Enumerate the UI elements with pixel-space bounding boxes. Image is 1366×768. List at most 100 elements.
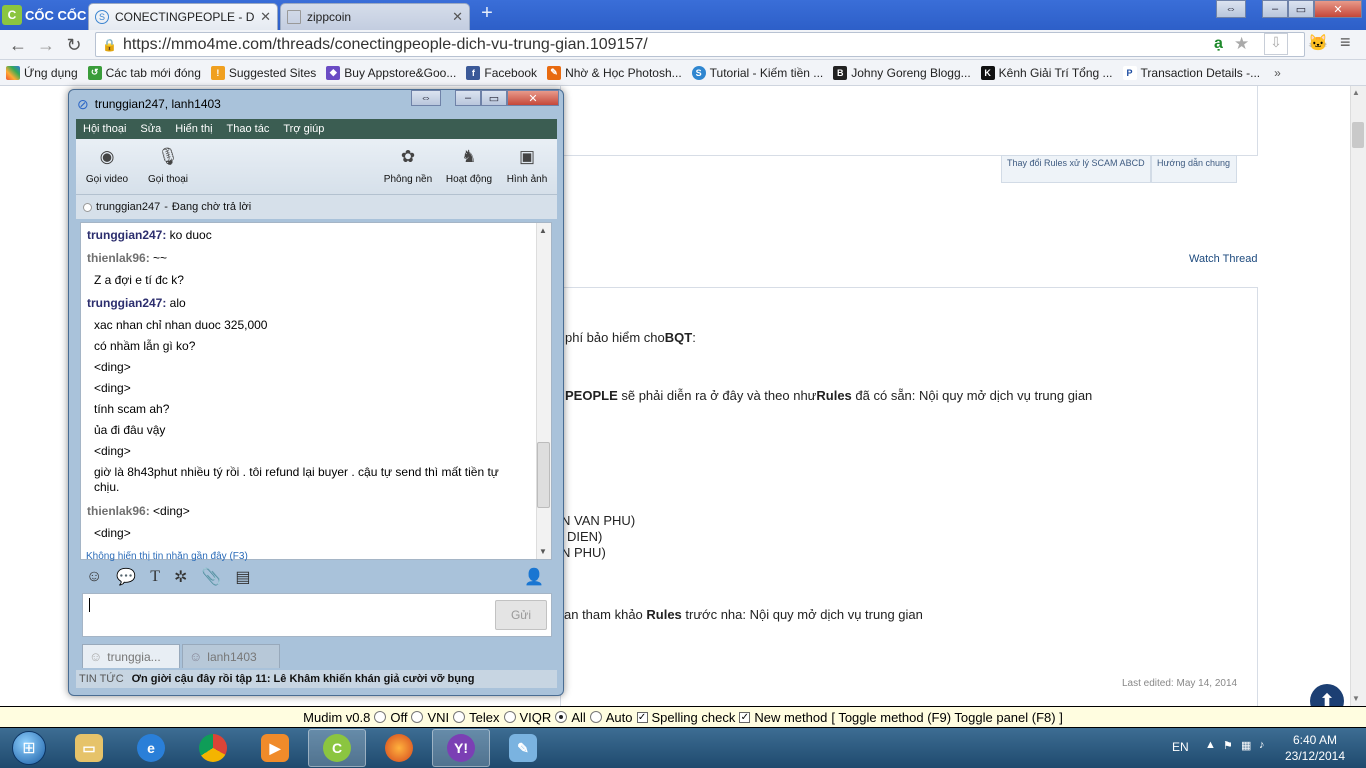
bookmark-johny[interactable]: B Johny Goreng Blogg... xyxy=(833,65,971,80)
radio-auto[interactable] xyxy=(589,711,602,723)
text-format-icon[interactable]: T xyxy=(150,568,160,586)
taskbar-media[interactable]: ▶ xyxy=(246,729,304,767)
close-tab-icon[interactable]: ✕ xyxy=(260,9,271,25)
page-scrollbar-thumb[interactable] xyxy=(1352,122,1364,148)
scroll-up-icon[interactable]: ▲ xyxy=(1352,88,1360,97)
star-icon[interactable]: ★ xyxy=(1234,34,1249,54)
message-input[interactable] xyxy=(82,593,552,637)
tab-title: zippcoin xyxy=(307,10,352,24)
tab-zippcoin[interactable]: zippcoin ✕ xyxy=(280,3,470,30)
send-button[interactable]: Gửi xyxy=(495,600,547,630)
conversation-tab-trunggian[interactable]: ☺ trunggia... xyxy=(82,644,180,668)
conversation-tab-lanh[interactable]: ☺ lanh1403 xyxy=(182,644,280,668)
new-method-checkbox[interactable]: ✓ xyxy=(739,711,751,723)
download-icon[interactable]: ⇩ xyxy=(1264,33,1288,55)
contact-icon[interactable]: 👤 xyxy=(524,567,544,587)
emoticon-icon[interactable]: ☺ xyxy=(86,568,102,586)
close-tab-icon[interactable]: ✕ xyxy=(452,9,463,25)
taskbar-chrome[interactable] xyxy=(184,729,242,767)
ym-minimize-icon[interactable]: – xyxy=(455,90,481,106)
photos-button[interactable]: ▣ Hình ảnh xyxy=(497,143,557,191)
menu-icon[interactable]: ≡ xyxy=(1340,32,1351,53)
chrome-icon xyxy=(199,734,227,762)
taskbar-ie[interactable]: e xyxy=(122,729,180,767)
menu-conversation[interactable]: Hội thoại xyxy=(83,123,126,135)
bookmark-kenh-giai-tri[interactable]: K Kênh Giải Trí Tổng ... xyxy=(980,65,1113,80)
chat-message: thienlak96: ~~ xyxy=(87,251,168,265)
ym-close-icon[interactable]: ✕ xyxy=(507,90,559,106)
voice-call-button[interactable]: 🎙 Gọi thoại xyxy=(138,143,198,191)
tray-expand-icon[interactable]: ▲ xyxy=(1205,739,1216,751)
forward-arrow-icon[interactable]: → xyxy=(34,34,58,56)
radio-vni[interactable] xyxy=(411,711,424,723)
start-button[interactable]: ⊞ xyxy=(2,729,56,767)
menu-edit[interactable]: Sửa xyxy=(140,123,161,135)
flag-icon[interactable]: ⚑ xyxy=(1223,739,1233,752)
attach-icon[interactable]: 📎 xyxy=(201,567,221,587)
bookmark-suggested-sites[interactable]: ! Suggested Sites xyxy=(210,65,316,80)
vietnamese-input-icon[interactable]: ạ xyxy=(1214,35,1223,53)
k-icon: K xyxy=(980,65,995,80)
address-bar[interactable]: 🔒 https://mmo4me.com/threads/conectingpe… xyxy=(95,32,1305,57)
buzz-icon[interactable]: 💬 xyxy=(116,567,136,587)
activities-button[interactable]: ♞ Hoạt động xyxy=(439,143,499,191)
menu-view[interactable]: Hiển thị xyxy=(175,123,212,135)
taskbar-paint[interactable]: ✎ xyxy=(494,729,552,767)
coccoc-logo[interactable]: C CỐC CỐC xyxy=(2,3,88,27)
radio-viqr[interactable] xyxy=(503,711,516,723)
spelling-check-checkbox[interactable]: ✓ xyxy=(636,711,648,723)
chat-scrollbar[interactable] xyxy=(536,223,551,559)
post-line-5: N PHU) xyxy=(561,545,606,560)
taskbar-coccoc[interactable]: C xyxy=(308,729,366,767)
bookmarks-overflow-icon[interactable]: » xyxy=(1274,66,1281,80)
video-call-button[interactable]: ◉ Gọi video xyxy=(77,143,137,191)
chat-scroll-down-icon[interactable]: ▼ xyxy=(539,547,547,556)
chat-history[interactable]: trunggian247: ko duoc thienlak96: ~~ Z a… xyxy=(80,222,552,560)
menu-help[interactable]: Trợ giúp xyxy=(283,123,324,135)
taskbar-firefox[interactable] xyxy=(370,729,428,767)
radio-off[interactable] xyxy=(374,711,387,723)
nav-tab-rules[interactable]: Thay đổi Rules xử lý SCAM ABCD xyxy=(1001,155,1151,183)
chat-scroll-up-icon[interactable]: ▲ xyxy=(539,226,547,235)
toggle-hints[interactable]: [ Toggle method (F9) Toggle panel (F8) ] xyxy=(831,710,1062,725)
bookmark-recent-tabs[interactable]: ↺ Các tab mới đóng xyxy=(87,65,201,80)
watch-thread-link[interactable]: Watch Thread xyxy=(1189,253,1257,265)
tab-conectingpeople[interactable]: S CONECTINGPEOPLE - Dịch ✕ xyxy=(88,3,278,30)
close-window-icon[interactable]: ✕ xyxy=(1314,0,1362,18)
language-indicator[interactable]: EN xyxy=(1172,740,1189,754)
bookmark-facebook[interactable]: f Facebook xyxy=(466,65,537,80)
network-icon[interactable]: ▦ xyxy=(1241,739,1251,752)
background-button[interactable]: ✿ Phông nền xyxy=(378,143,438,191)
bookmark-photoshop[interactable]: ✎ Nhờ & Học Photosh... xyxy=(547,65,682,80)
page-scrollbar[interactable] xyxy=(1350,86,1366,706)
radio-all[interactable] xyxy=(555,711,568,723)
volume-icon[interactable]: ♪ xyxy=(1259,739,1265,751)
maximize-icon[interactable]: ▭ xyxy=(1288,0,1314,18)
bookmark-paypal[interactable]: P Transaction Details -... xyxy=(1122,65,1260,80)
recent-messages-hint[interactable]: Không hiển thị tin nhắn gần đây (F3) xyxy=(86,551,386,561)
taskbar-yahoo-messenger[interactable]: Y! xyxy=(432,729,490,767)
menu-actions[interactable]: Thao tác xyxy=(227,123,270,135)
radio-telex[interactable] xyxy=(453,711,466,723)
scroll-down-icon[interactable]: ▼ xyxy=(1352,694,1360,703)
back-arrow-icon[interactable]: ← xyxy=(6,34,30,56)
taskbar-explorer[interactable]: ▭ xyxy=(60,729,118,767)
bookmark-appstore[interactable]: ◆ Buy Appstore&Goo... xyxy=(326,65,456,80)
ym-restore-arrows-icon[interactable]: ⇔ xyxy=(411,90,441,106)
clock[interactable]: 6:40 AM 23/12/2014 xyxy=(1270,732,1360,764)
ym-maximize-icon[interactable]: ▭ xyxy=(481,90,507,106)
news-headline[interactable]: Ơn giời cậu đây rồi tập 11: Lê Khâm khiế… xyxy=(132,673,475,685)
chat-scrollbar-thumb[interactable] xyxy=(537,442,550,508)
reload-icon[interactable]: ↻ xyxy=(62,34,86,56)
nav-tab-guide[interactable]: Hướng dẫn chung xyxy=(1151,155,1237,183)
restore-arrows-icon[interactable]: ⇔ xyxy=(1216,0,1246,18)
extension-icon[interactable]: 🐱 xyxy=(1308,33,1328,53)
share-photo-icon[interactable]: ▤ xyxy=(235,567,250,587)
plugins-icon[interactable]: ✲ xyxy=(174,567,187,587)
bookmark-tutorial[interactable]: S Tutorial - Kiếm tiền ... xyxy=(691,65,823,80)
news-ticker[interactable]: TIN TỨC Ơn giời cậu đây rồi tập 11: Lê K… xyxy=(76,670,557,688)
minimize-icon[interactable]: – xyxy=(1262,0,1288,18)
new-tab-icon[interactable]: + xyxy=(474,3,500,24)
bookmark-apps[interactable]: Ứng dụng xyxy=(6,65,78,80)
messenger-menubar: Hội thoại Sửa Hiển thị Thao tác Trợ giúp xyxy=(76,119,557,139)
